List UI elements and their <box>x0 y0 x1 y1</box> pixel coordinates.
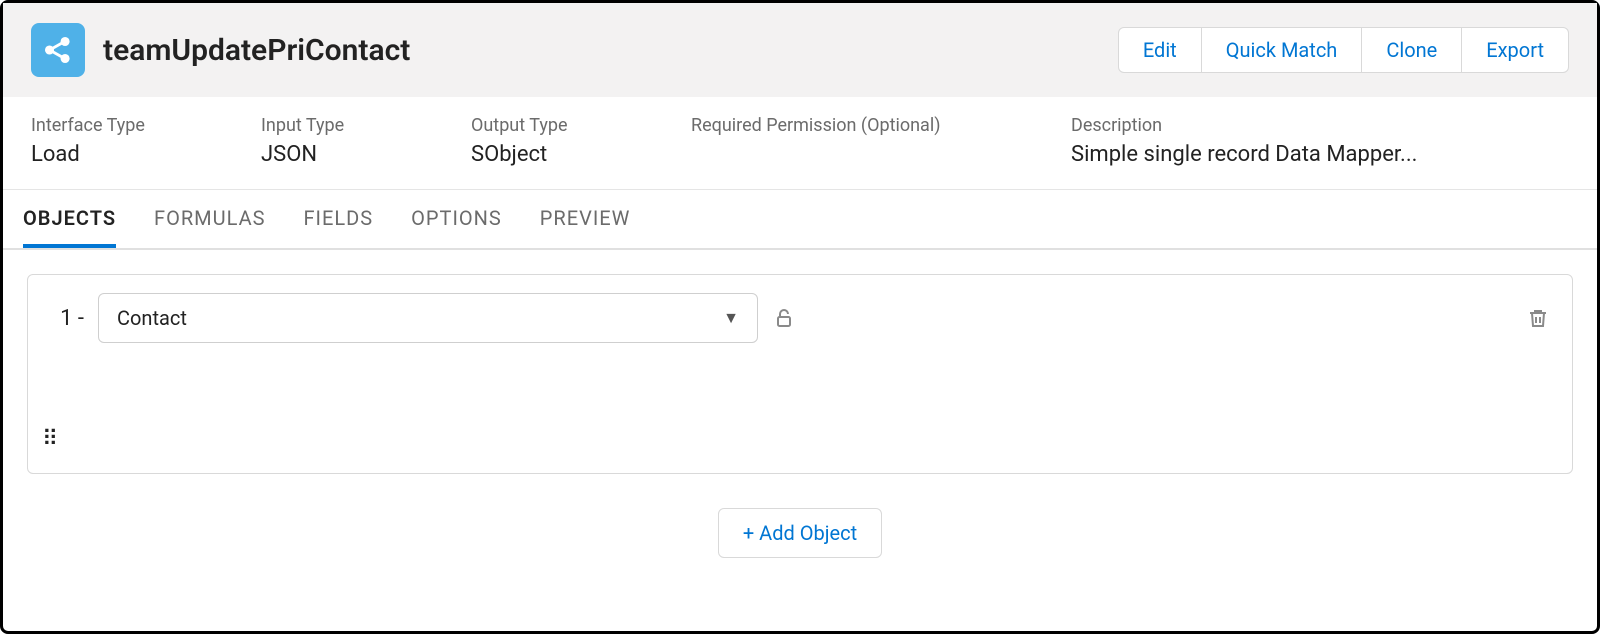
add-object-wrap: + Add Object <box>27 508 1573 558</box>
share-nodes-icon <box>31 23 85 77</box>
export-button[interactable]: Export <box>1462 27 1569 73</box>
quick-match-button[interactable]: Quick Match <box>1202 27 1363 73</box>
clone-button[interactable]: Clone <box>1362 27 1462 73</box>
objects-panel: 1 - Contact ▼ ⠿ <box>3 250 1597 582</box>
meta-output-type: Output Type SObject <box>471 115 681 167</box>
meta-required-permission: Required Permission (Optional) <box>691 115 1061 167</box>
metadata-row: Interface Type Load Input Type JSON Outp… <box>3 97 1597 190</box>
trash-icon[interactable] <box>1526 306 1550 330</box>
header-actions: Edit Quick Match Clone Export <box>1118 27 1569 73</box>
page-title: teamUpdatePriContact <box>103 33 410 68</box>
tab-bar: OBJECTS FORMULAS FIELDS OPTIONS PREVIEW <box>3 190 1597 250</box>
tab-formulas[interactable]: FORMULAS <box>154 190 265 248</box>
tab-objects[interactable]: OBJECTS <box>23 190 116 248</box>
add-object-button[interactable]: + Add Object <box>718 508 882 558</box>
drag-handle-icon[interactable]: ⠿ <box>42 435 61 445</box>
object-row: 1 - Contact ▼ <box>50 293 1550 343</box>
header-left: teamUpdatePriContact <box>31 23 410 77</box>
edit-button[interactable]: Edit <box>1118 27 1202 73</box>
object-card: 1 - Contact ▼ ⠿ <box>27 274 1573 474</box>
meta-value: Load <box>31 142 251 167</box>
meta-label: Required Permission (Optional) <box>691 115 1061 136</box>
meta-input-type: Input Type JSON <box>261 115 461 167</box>
object-select-value: Contact <box>117 306 187 330</box>
tab-fields[interactable]: FIELDS <box>304 190 374 248</box>
object-select[interactable]: Contact ▼ <box>98 293 758 343</box>
meta-value: Simple single record Data Mapper... <box>1071 142 1569 167</box>
chevron-down-icon: ▼ <box>723 308 739 328</box>
tab-preview[interactable]: PREVIEW <box>540 190 631 248</box>
page-header: teamUpdatePriContact Edit Quick Match Cl… <box>3 3 1597 97</box>
object-index: 1 - <box>50 306 84 331</box>
tab-options[interactable]: OPTIONS <box>411 190 502 248</box>
meta-label: Output Type <box>471 115 681 136</box>
meta-label: Input Type <box>261 115 461 136</box>
meta-description: Description Simple single record Data Ma… <box>1071 115 1569 167</box>
meta-interface-type: Interface Type Load <box>31 115 251 167</box>
meta-value: JSON <box>261 142 461 167</box>
lock-icon[interactable] <box>772 306 796 330</box>
meta-label: Interface Type <box>31 115 251 136</box>
meta-value: SObject <box>471 142 681 167</box>
meta-label: Description <box>1071 115 1569 136</box>
